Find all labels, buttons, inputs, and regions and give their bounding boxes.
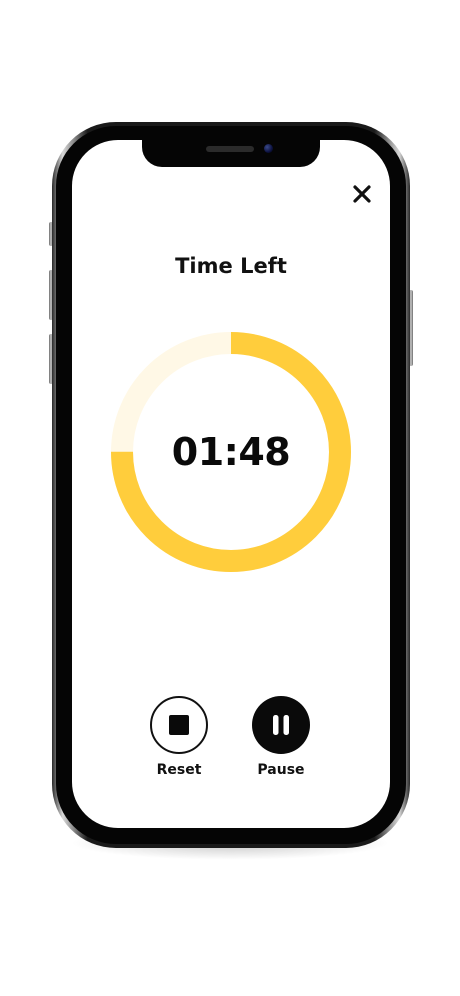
time-remaining: 01:48 (171, 430, 291, 474)
front-camera (264, 144, 273, 153)
close-button[interactable] (348, 180, 376, 208)
reset-control: Reset (147, 696, 211, 778)
stop-square-icon (169, 715, 189, 735)
pause-icon (273, 715, 289, 735)
pause-button[interactable] (252, 696, 310, 754)
stage: Time Left 01:48 Reset Pause (0, 0, 460, 996)
speaker-grille (206, 146, 254, 152)
pause-label: Pause (257, 762, 305, 778)
reset-button[interactable] (150, 696, 208, 754)
close-icon (353, 185, 371, 203)
app-screen: Time Left 01:48 Reset Pause (72, 140, 390, 828)
pause-control: Pause (249, 696, 313, 778)
page-title: Time Left (175, 254, 287, 278)
notch (142, 140, 320, 167)
reset-label: Reset (156, 762, 202, 778)
